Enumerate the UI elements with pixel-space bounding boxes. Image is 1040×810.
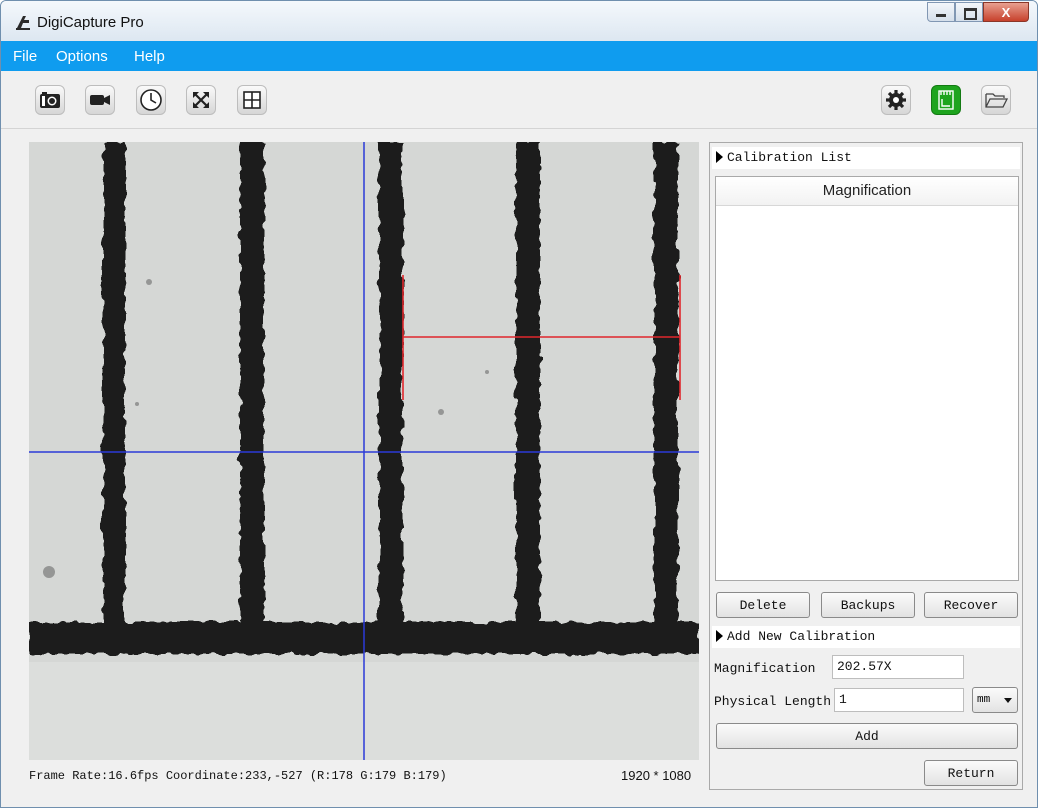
menu-options[interactable]: Options xyxy=(56,48,108,65)
microscope-image xyxy=(29,142,699,760)
unit-value: mm xyxy=(977,694,991,706)
physical-length-label: Physical Length xyxy=(714,694,832,709)
app-logo-icon xyxy=(16,16,30,30)
physical-length-field[interactable]: 1 xyxy=(834,688,964,712)
return-button[interactable]: Return xyxy=(924,760,1018,786)
close-button[interactable]: X xyxy=(983,2,1029,22)
record-video-button[interactable] xyxy=(85,85,115,115)
app-window: DigiCapture Pro X File Options Help Cali… xyxy=(0,0,1038,808)
maximize-icon xyxy=(964,8,977,20)
video-icon xyxy=(90,95,110,105)
calibration-table[interactable]: Magnification xyxy=(715,176,1019,581)
grid-icon xyxy=(243,91,261,109)
folder-icon xyxy=(985,93,1008,108)
settings-icon xyxy=(886,90,906,110)
menu-help[interactable]: Help xyxy=(134,48,165,65)
timer-button[interactable] xyxy=(136,85,166,115)
fullscreen-button[interactable] xyxy=(186,85,216,115)
open-folder-button[interactable] xyxy=(981,85,1011,115)
sd-card-icon xyxy=(938,90,954,110)
magnification-field[interactable]: 202.57X xyxy=(832,655,964,679)
backups-button[interactable]: Backups xyxy=(821,592,915,618)
camera-icon xyxy=(40,92,60,108)
magnification-label: Magnification xyxy=(714,661,816,676)
dropdown-arrow-icon xyxy=(1004,698,1012,703)
unit-select[interactable]: mm xyxy=(972,687,1018,713)
maximize-button[interactable] xyxy=(955,2,983,22)
resolution-readout: 1920 * 1080 xyxy=(621,768,692,783)
expand-triangle-icon xyxy=(716,630,723,642)
menu-bar: File Options Help xyxy=(1,41,1037,71)
add-button[interactable]: Add xyxy=(716,723,1018,749)
calibration-list-title: Calibration List xyxy=(727,150,852,165)
fullscreen-icon xyxy=(193,92,209,108)
close-icon: X xyxy=(1001,5,1011,20)
grid-button[interactable] xyxy=(237,85,267,115)
delete-button[interactable]: Delete xyxy=(716,592,810,618)
status-info: Frame Rate:16.6fps Coordinate:233,-527 (… xyxy=(29,769,447,783)
settings-button[interactable] xyxy=(881,85,911,115)
minimize-button[interactable] xyxy=(927,2,955,22)
window-controls: X xyxy=(927,2,1029,24)
expand-triangle-icon xyxy=(716,151,723,163)
camera-preview[interactable] xyxy=(29,142,699,760)
sd-card-button[interactable] xyxy=(931,85,961,115)
timer-icon xyxy=(140,89,162,111)
calibration-list-header[interactable]: Calibration List xyxy=(712,147,1020,169)
minimize-icon xyxy=(936,14,946,17)
calibration-panel: Calibration List Magnification Delete Ba… xyxy=(709,142,1023,790)
window-title: DigiCapture Pro xyxy=(37,14,144,31)
capture-photo-button[interactable] xyxy=(35,85,65,115)
menu-file[interactable]: File xyxy=(13,48,37,65)
toolbar xyxy=(1,71,1037,129)
title-bar: DigiCapture Pro X xyxy=(1,1,1037,41)
add-calibration-header[interactable]: Add New Calibration xyxy=(712,626,1020,648)
recover-button[interactable]: Recover xyxy=(924,592,1018,618)
add-calibration-title: Add New Calibration xyxy=(727,629,876,644)
column-header-magnification[interactable]: Magnification xyxy=(716,177,1018,206)
